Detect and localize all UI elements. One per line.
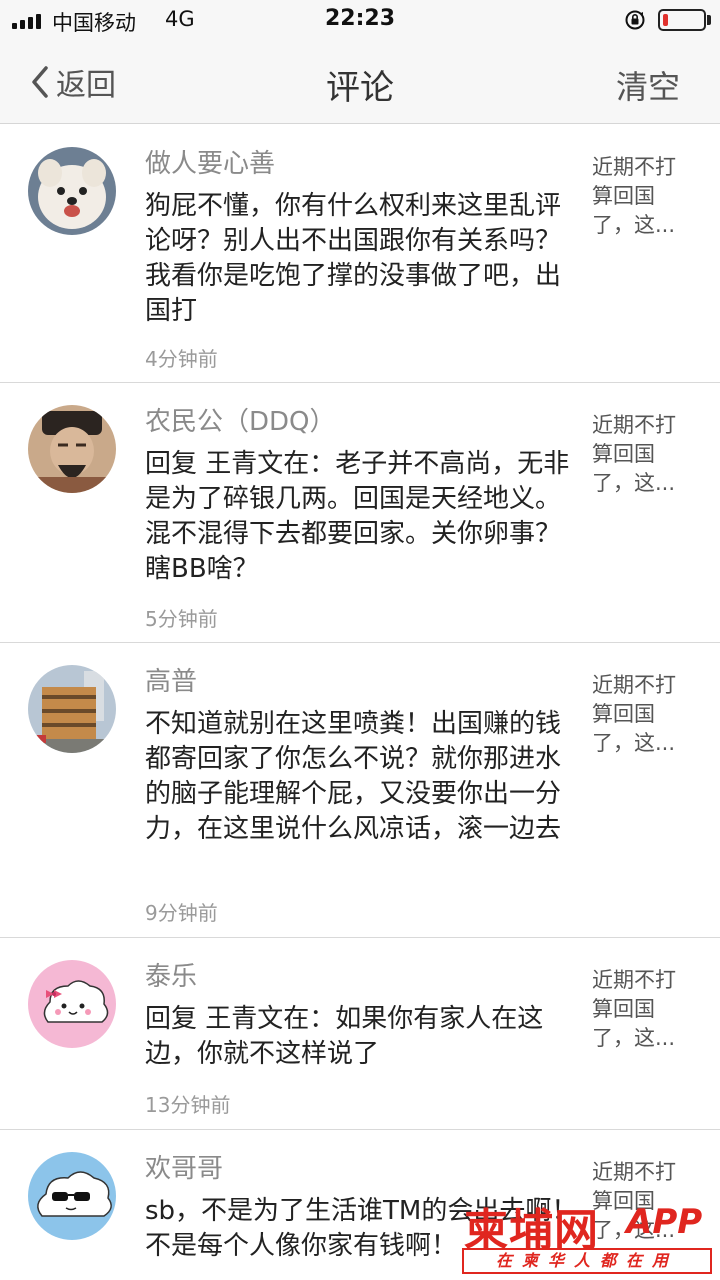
nav-bar: 返回 评论 清空 (0, 40, 720, 124)
watermark-logo: 柬埔网 APP 在柬华人都在用 (460, 1196, 716, 1278)
avatar[interactable] (28, 665, 116, 753)
comment-list: 做人要心善 狗屁不懂，你有什么权利来这里乱评论呀？别人出不出国跟你有关系吗？我看… (0, 125, 720, 1280)
chevron-left-icon (32, 66, 48, 98)
puppy-avatar-icon (28, 147, 116, 235)
avatar[interactable] (28, 147, 116, 235)
rotation-lock-icon (625, 10, 645, 30)
comment-item[interactable]: 泰乐 回复 王青文在：如果你有家人在这边，你就不这样说了 13分钟前 近期不打算… (0, 938, 720, 1130)
watermark-app: APP (626, 1202, 703, 1242)
network-type: 4G (165, 7, 195, 31)
back-button[interactable]: 返回 (28, 60, 116, 104)
avatar[interactable] (28, 960, 116, 1048)
comment-time: 9分钟前 (145, 901, 218, 925)
comment-text: 回复 王青文在：如果你有家人在这边，你就不这样说了 (145, 1004, 544, 1069)
avatar[interactable] (28, 405, 116, 493)
carrier-name: 中国移动 (52, 11, 136, 35)
back-label: 返回 (56, 68, 116, 103)
article-snippet[interactable]: 近期不打算回国了，这... (592, 671, 692, 758)
watermark-slogan: 在柬华人都在用 (462, 1248, 712, 1274)
building-avatar-icon (28, 665, 116, 753)
battery-tip (707, 15, 711, 25)
comment-author[interactable]: 欢哥哥 (145, 1148, 223, 1185)
comment-author[interactable]: 做人要心善 (145, 143, 275, 180)
comment-author[interactable]: 泰乐 (145, 956, 197, 993)
portrait-avatar-icon (28, 405, 116, 493)
cloud-bow-avatar-icon (28, 960, 116, 1048)
clear-button[interactable]: 清空 (616, 62, 680, 108)
signal-strength-icon (12, 11, 41, 29)
comment-author[interactable]: 农民公（DDQ） (145, 401, 336, 438)
comment-item[interactable]: 高普 不知道就别在这里喷粪！出国赚的钱都寄回家了你怎么不说？就你那进水的脑子能理… (0, 643, 720, 938)
cloud-sunglasses-avatar-icon (28, 1152, 116, 1240)
comment-time: 13分钟前 (145, 1093, 231, 1117)
article-snippet[interactable]: 近期不打算回国了，这... (592, 966, 692, 1053)
battery-level (663, 14, 668, 26)
comment-time: 4分钟前 (145, 347, 218, 371)
article-snippet[interactable]: 近期不打算回国了，这... (592, 153, 692, 240)
comment-text: 回复 王青文在：老子并不高尚，无非是为了碎银几两。回国是天经地义。混不混得下去都… (145, 449, 570, 584)
comment-author[interactable]: 高普 (145, 661, 197, 698)
avatar[interactable] (28, 1152, 116, 1240)
comment-time: 5分钟前 (145, 607, 218, 631)
article-snippet[interactable]: 近期不打算回国了，这... (592, 411, 692, 498)
comment-item[interactable]: 做人要心善 狗屁不懂，你有什么权利来这里乱评论呀？别人出不出国跟你有关系吗？我看… (0, 125, 720, 383)
status-bar: 中国移动 4G 22:23 (0, 0, 720, 40)
comment-text: 狗屁不懂，你有什么权利来这里乱评论呀？别人出不出国跟你有关系吗？我看你是吃饱了撑… (145, 191, 562, 326)
comment-text: 不知道就别在这里喷粪！出国赚的钱都寄回家了你怎么不说？就你那进水的脑子能理解个屁… (145, 709, 562, 844)
battery-icon (658, 9, 706, 31)
comment-item[interactable]: 农民公（DDQ） 回复 王青文在：老子并不高尚，无非是为了碎银几两。回国是天经地… (0, 383, 720, 643)
